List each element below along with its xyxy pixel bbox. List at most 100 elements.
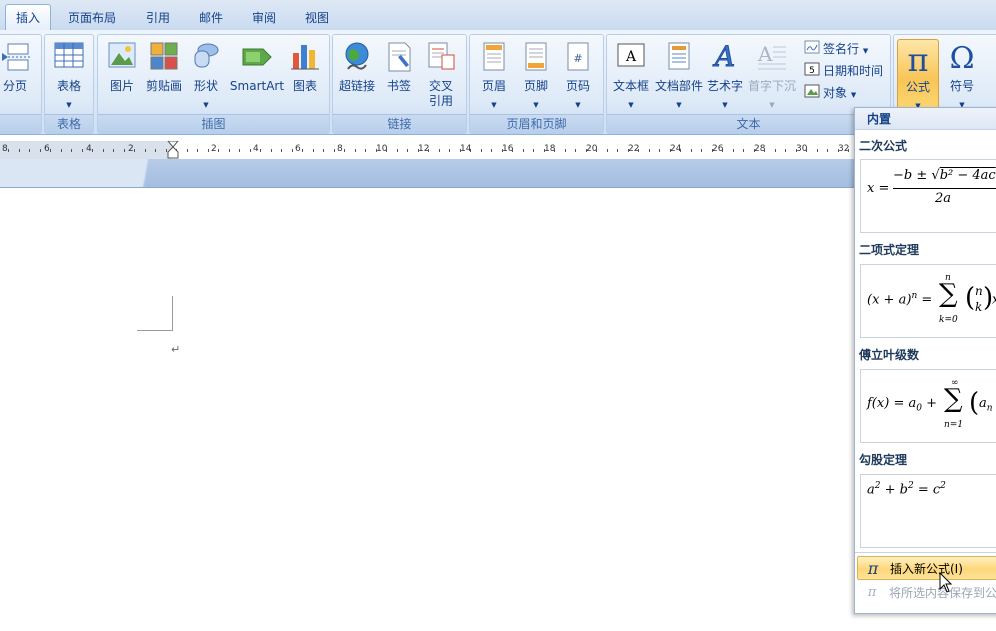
calendar-icon: 5 [804,62,820,82]
ruler-tick [628,149,629,152]
page-number-icon: # [563,41,593,76]
ruler-tick [8,149,9,152]
table-label: 表格 [56,79,81,93]
ruler-tick [439,149,440,152]
group-links: 超链接 书签 交叉 引用 链接 [332,34,467,134]
save-equation-icon: π [867,585,877,600]
ruler-tick [460,149,461,152]
chevron-down-icon: ▼ [203,101,209,109]
hyperlink-button[interactable]: 超链接 [335,39,379,109]
clipart-button[interactable]: 剪贴画 [142,39,186,109]
table-button[interactable]: 表格 ▼ [47,39,91,109]
ruler-tick [838,149,839,152]
chevron-down-icon: ▼ [491,101,497,109]
date-time-button[interactable]: 5 日期和时间 [804,61,883,81]
pythagorean-theorem-item[interactable]: a2 + b2 = c2 [860,474,996,548]
ruler-tick [344,149,345,152]
binomial-theorem-item[interactable]: (x + a)n = n ∑ k=0 ( n k ) xk [860,264,996,338]
symbol-button[interactable]: Ω 符号 ▼ [940,39,984,109]
fourier-series-item[interactable]: f(x) = a0 + ∞ ∑ n=1 ( an c [860,369,996,443]
tab-insert[interactable]: 插入 [5,4,52,31]
page-break-button[interactable]: 分页 [0,39,37,109]
chevron-down-icon: ▼ [769,101,775,109]
horizontal-ruler[interactable]: 8 6 4 2 2 4 6 8 10 12 14 16 18 20 22 24 … [0,140,860,160]
tab-references[interactable]: 引用 [146,9,170,26]
tab-review[interactable]: 审阅 [252,9,276,26]
ruler-tick [848,149,849,152]
picture-button[interactable]: 图片 [100,39,144,109]
footer-icon [521,41,551,76]
ruler-tick [92,149,93,152]
smartart-button[interactable]: SmartArt [230,39,284,109]
wordart-button[interactable]: A 艺术字 ▼ [703,39,747,110]
chart-button[interactable]: 图表 [283,39,327,109]
ruler-tick [670,149,671,152]
shapes-label: 形状 [193,79,218,93]
ruler-tick [397,149,398,152]
header-button[interactable]: 页眉 ▼ [472,39,516,109]
ruler-number: 6 [44,144,50,154]
chevron-down-icon: ▼ [676,101,682,109]
ruler-tick [40,149,41,152]
ruler-tick [701,149,702,152]
drop-cap-button: A 首字下沉 ▼ [748,39,796,109]
quick-parts-icon [664,41,694,74]
signature-line-button[interactable]: 签名行 ▼ [804,39,868,59]
more-button[interactable]: 编 [984,39,996,109]
chevron-down-icon: ▼ [575,101,581,109]
page-number-button[interactable]: # 页码 ▼ [556,39,600,109]
smartart-icon [241,41,273,74]
chevron-down-icon: ▼ [722,101,728,109]
ruler-number: 4 [86,144,92,154]
ruler-tick [19,149,20,152]
globe-link-icon [342,41,372,76]
chevron-down-icon: ▼ [533,101,539,109]
ruler-tick [649,149,650,152]
ruler-tick [197,149,198,152]
group-header-footer: 页眉 ▼ 页脚 ▼ # 页码 ▼ 页眉和页脚 [469,34,604,134]
chevron-down-icon: ▼ [66,101,72,109]
page-break-icon [0,41,30,76]
ruler-tick [187,149,188,152]
footer-button[interactable]: 页脚 ▼ [514,39,558,109]
cross-reference-button[interactable]: 交叉 引用 [419,39,463,109]
ruler-tick [638,149,639,152]
group-pages: 分页 [0,34,42,134]
ruler-tick [470,149,471,152]
quick-parts-button[interactable]: 文档部件 ▼ [655,39,703,109]
equation-button[interactable]: π 公式 ▼ [897,39,939,113]
ruler-tick [775,149,776,152]
more-label: 编 [978,79,996,94]
ruler-tick [523,149,524,152]
chevron-down-icon: ▼ [628,101,634,109]
object-icon [804,84,820,104]
ruler-tick [712,149,713,152]
mouse-cursor-icon [939,571,953,597]
ruler-tick [554,149,555,152]
group-text: A 文本框 ▼ 文档部件 ▼ A 艺术字 ▼ A 首字下沉 ▼ 签名行 ▼ 5 … [606,34,891,134]
ruler-tick [376,149,377,152]
ruler-tick [323,149,324,152]
ruler-number: 8 [337,144,343,154]
svg-text:A: A [625,49,637,65]
quadratic-formula-title: 二次公式 [859,139,908,153]
group-illustrations-label: 插图 [98,114,329,133]
tab-view[interactable]: 视图 [305,9,329,26]
ruler-tick [659,149,660,152]
document-page[interactable] [0,188,860,631]
ruler-tick [208,149,209,152]
binomial-theorem-title: 二项式定理 [859,243,920,257]
quadratic-formula-item[interactable]: x = −b ± √b² − 4ac 2a [860,159,996,233]
shapes-button[interactable]: 形状 ▼ [184,39,228,109]
ruler-tick [680,149,681,152]
chevron-down-icon: ▼ [850,91,857,99]
ruler-tick [365,149,366,152]
object-button[interactable]: 对象 ▼ [804,83,856,103]
tab-page-layout[interactable]: 页面布局 [68,9,116,26]
insert-new-equation-item[interactable]: π 插入新公式(I) [857,556,996,580]
textbox-button[interactable]: A 文本框 ▼ [609,39,653,109]
ruler-tick [817,149,818,152]
ribbon-tab-strip: 插入 页面布局 引用 邮件 审阅 视图 [0,0,996,31]
group-text-label: 文本 [607,114,890,133]
tab-mailings[interactable]: 邮件 [199,9,223,26]
